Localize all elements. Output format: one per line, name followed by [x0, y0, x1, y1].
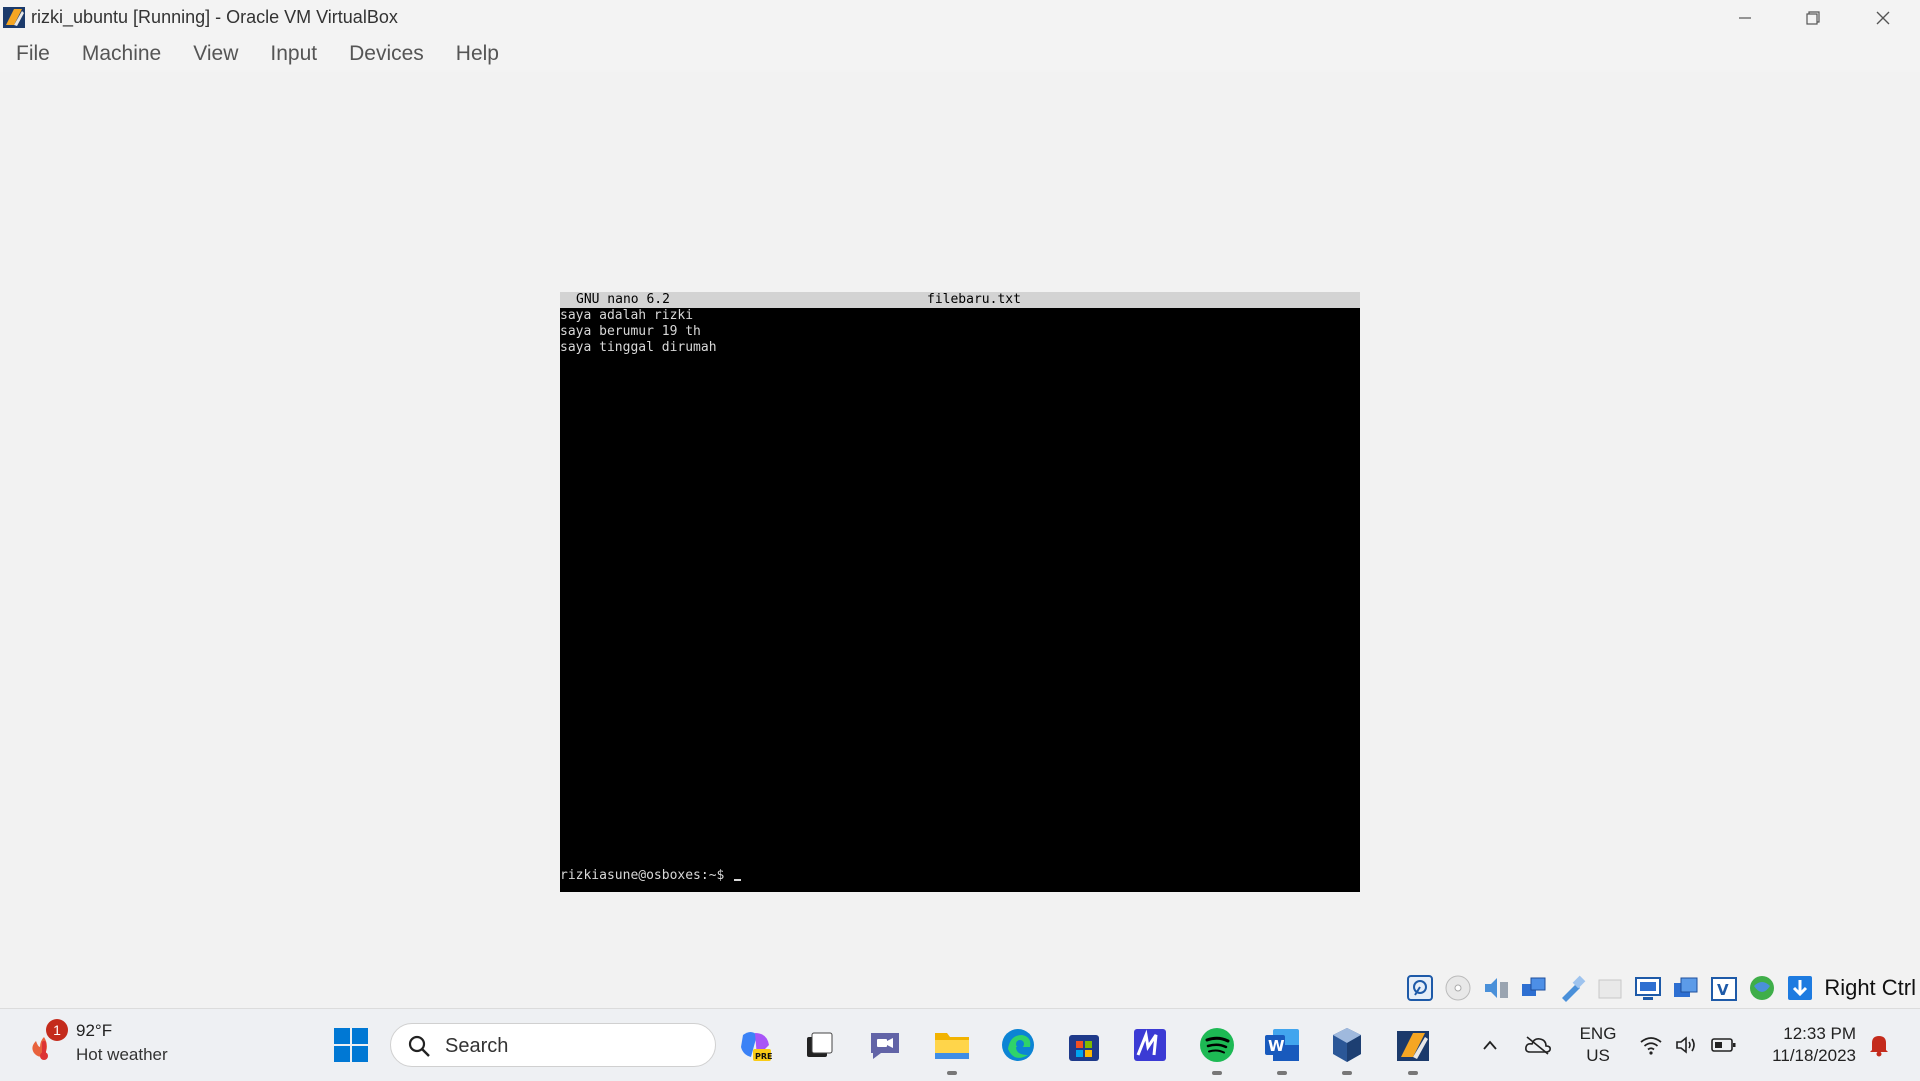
text-line: saya berumur 19 th: [560, 324, 701, 339]
input-language-indicator[interactable]: ENG US: [1578, 1023, 1618, 1067]
nano-header-bar: GNU nano 6.2 filebaru.txt: [560, 292, 1360, 308]
nano-filename: filebaru.txt: [927, 292, 1021, 307]
svg-text:PRE: PRE: [755, 1052, 773, 1061]
onedrive-tray-button[interactable]: [1523, 1031, 1553, 1059]
virtualbox-vm-icon: [1397, 1031, 1429, 1061]
copilot-icon: PRE: [741, 1032, 773, 1061]
guest-additions-icon[interactable]: [1746, 972, 1778, 1004]
menu-machine[interactable]: Machine: [66, 42, 177, 66]
task-view-icon: [807, 1032, 833, 1057]
cloud-offline-icon: [1525, 1036, 1551, 1055]
vm-screen[interactable]: GNU nano 6.2 filebaru.txt saya adalah ri…: [560, 292, 1360, 892]
battery-icon: [1711, 1038, 1736, 1052]
minimize-button[interactable]: [1710, 0, 1780, 36]
audio-icon[interactable]: [1480, 972, 1512, 1004]
teams-chat-app[interactable]: [863, 1023, 907, 1067]
usb-icon[interactable]: [1556, 972, 1588, 1004]
spotify-app[interactable]: [1195, 1023, 1239, 1075]
restore-icon: [1806, 11, 1820, 25]
text-line: saya tinggal dirumah: [560, 340, 717, 355]
running-indicator: [1212, 1071, 1222, 1075]
bell-icon: [1870, 1036, 1888, 1057]
weather-description: Hot weather: [76, 1045, 168, 1064]
show-hidden-icons-button[interactable]: [1475, 1031, 1505, 1059]
optical-drive-icon[interactable]: [1442, 972, 1474, 1004]
weather-widget[interactable]: 1 92°F Hot weather: [26, 1019, 196, 1071]
restore-button[interactable]: [1778, 0, 1848, 36]
word-icon: W: [1265, 1029, 1299, 1061]
microsoft-store-app[interactable]: [1062, 1023, 1106, 1067]
network-icon[interactable]: [1518, 972, 1550, 1004]
virtualbox-app-icon: [2, 5, 26, 29]
virtualbox-vm-app[interactable]: [1391, 1023, 1435, 1075]
word-app[interactable]: W: [1260, 1023, 1304, 1075]
recording-icon[interactable]: [1670, 972, 1702, 1004]
battery-tray-button[interactable]: [1709, 1031, 1739, 1059]
folder-icon: [935, 1033, 969, 1059]
vm-status-bar: V Right Ctrl: [1404, 968, 1920, 1008]
virtualbox-cube-icon: [1333, 1028, 1361, 1062]
vt-x-icon[interactable]: V: [1708, 972, 1740, 1004]
search-icon: [408, 1035, 430, 1057]
store-icon: [1069, 1035, 1099, 1061]
file-explorer-app[interactable]: [930, 1023, 974, 1075]
shared-folders-icon[interactable]: [1594, 972, 1626, 1004]
running-indicator: [1277, 1071, 1287, 1075]
text-line: saya adalah rizki: [560, 308, 694, 323]
search-placeholder: Search: [445, 1035, 509, 1057]
running-indicator: [1342, 1071, 1352, 1075]
svg-text:W: W: [1268, 1037, 1285, 1055]
vm-display-area: GNU nano 6.2 filebaru.txt saya adalah ri…: [0, 72, 1920, 1007]
volume-tray-button[interactable]: [1672, 1031, 1702, 1059]
mathway-app[interactable]: [1128, 1023, 1172, 1067]
taskbar-clock[interactable]: 12:33 PM 11/18/2023: [1756, 1023, 1856, 1067]
wifi-tray-button[interactable]: [1636, 1031, 1666, 1059]
task-view-app[interactable]: [797, 1023, 841, 1067]
display-icon[interactable]: [1632, 972, 1664, 1004]
menu-help[interactable]: Help: [440, 42, 515, 66]
nano-text-content: saya adalah rizki saya berumur 19 th saya …: [560, 308, 717, 356]
shell-prompt: rizkiasune@osboxes:~$: [560, 868, 725, 883]
speaker-icon: [1676, 1036, 1695, 1054]
text-cursor: [734, 879, 742, 881]
chevron-up-icon: [1483, 1040, 1497, 1050]
clock-date: 11/18/2023: [1772, 1046, 1856, 1065]
menu-bar: File Machine View Input Devices Help: [0, 36, 1920, 72]
menu-input[interactable]: Input: [254, 42, 333, 66]
close-icon: [1876, 11, 1890, 25]
close-button[interactable]: [1848, 0, 1918, 36]
mouse-integration-icon[interactable]: [1784, 972, 1816, 1004]
edge-browser-app[interactable]: [996, 1023, 1040, 1067]
svg-text:V: V: [1717, 981, 1729, 999]
nano-version: GNU nano 6.2: [576, 292, 670, 307]
weather-temperature: 92°F: [76, 1021, 113, 1040]
math-app-icon: [1134, 1029, 1166, 1061]
language-code: ENG: [1579, 1024, 1617, 1043]
spotify-icon: [1200, 1028, 1234, 1062]
running-indicator: [1408, 1071, 1418, 1075]
minimize-icon: [1739, 17, 1751, 19]
region-code: US: [1586, 1046, 1610, 1065]
windows-icon: [334, 1028, 368, 1062]
taskbar-search-box[interactable]: Search: [390, 1023, 716, 1067]
window-title: rizki_ubuntu [Running] - Oracle VM Virtu…: [31, 7, 398, 27]
notifications-button[interactable]: [1864, 1031, 1894, 1059]
wifi-icon: [1640, 1037, 1662, 1055]
running-indicator: [947, 1071, 957, 1075]
hard-disk-icon[interactable]: [1404, 972, 1436, 1004]
title-bar: rizki_ubuntu [Running] - Oracle VM Virtu…: [0, 0, 1920, 36]
menu-view[interactable]: View: [177, 42, 254, 66]
edge-icon: [1002, 1029, 1034, 1061]
host-key-label[interactable]: Right Ctrl: [1824, 975, 1916, 1001]
weather-badge: 1: [46, 1019, 68, 1041]
start-button[interactable]: [329, 1023, 373, 1067]
chat-icon: [871, 1033, 899, 1059]
shell-prompt-line: rizkiasune@osboxes:~$: [560, 868, 742, 884]
menu-devices[interactable]: Devices: [333, 42, 440, 66]
copilot-preview-app[interactable]: PRE: [733, 1023, 777, 1067]
clock-time: 12:33 PM: [1783, 1024, 1856, 1043]
virtualbox-manager-app[interactable]: [1325, 1023, 1369, 1075]
menu-file[interactable]: File: [0, 42, 66, 66]
taskbar: 1 92°F Hot weather Search PRE W ENG US 1…: [0, 1008, 1920, 1081]
